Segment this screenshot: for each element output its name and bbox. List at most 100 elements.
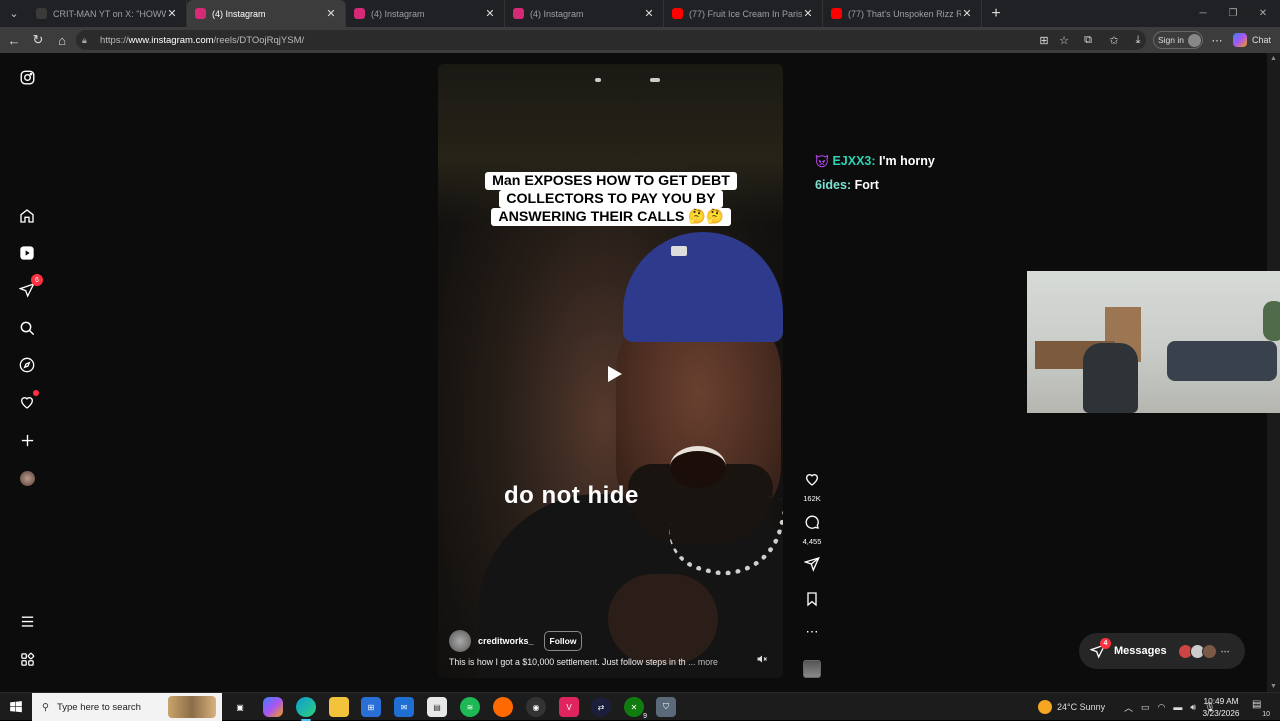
close-tab-icon[interactable]: ✕ — [643, 7, 655, 20]
extensions-icon[interactable]: ⧉ — [1077, 30, 1099, 50]
weather-text: 24°C Sunny — [1057, 702, 1106, 712]
clock-time: 10:49 AM — [1203, 696, 1239, 706]
browser-tab[interactable]: CRIT-MAN YT on X: "HOWWW de✕ — [28, 0, 187, 27]
browser-tab[interactable]: (77) Fruit Ice Cream In Paris #shorts✕ — [664, 0, 823, 27]
also-from-meta-icon[interactable] — [17, 649, 37, 669]
caption-more-link[interactable]: ... more — [688, 657, 718, 667]
create-plus-icon[interactable] — [17, 430, 37, 450]
webcam-overlay — [1027, 271, 1280, 413]
security-shield-icon[interactable]: ⛉ — [656, 697, 676, 717]
notification-center-icon[interactable]: ▤ 10 — [1252, 699, 1270, 718]
audio-muted-icon[interactable] — [756, 653, 770, 667]
profile-avatar-icon — [1188, 33, 1201, 47]
app-icon-red[interactable]: V — [559, 697, 579, 717]
messages-nav-icon[interactable]: 6 — [17, 274, 43, 300]
close-window-button[interactable]: ✕ — [1248, 0, 1278, 27]
comment-count: 4,455 — [802, 537, 822, 546]
home-nav-icon[interactable] — [17, 206, 37, 226]
more-menu-icon[interactable]: ⋯ — [1206, 30, 1228, 50]
video-subtitle: do not hide — [504, 482, 639, 509]
tray-overflow-icon[interactable]: ︿ — [1124, 701, 1133, 714]
edge-browser-icon[interactable] — [296, 697, 316, 721]
spotify-icon[interactable]: ≋ — [460, 697, 480, 717]
explore-compass-icon[interactable] — [17, 355, 37, 375]
address-bar[interactable]: 🔒︎ https://www.instagram.com/reels/DTOoj… — [76, 30, 1146, 50]
close-tab-icon[interactable]: ✕ — [166, 7, 178, 20]
minimize-button[interactable]: ─ — [1188, 0, 1218, 27]
notifications-heart-icon[interactable] — [17, 390, 39, 412]
comment-icon — [805, 515, 819, 529]
task-view-icon[interactable]: ▣ — [230, 697, 250, 717]
brave-browser-icon[interactable] — [493, 697, 513, 717]
display-icon[interactable]: ▬ — [1173, 702, 1182, 712]
youtube-icon — [831, 8, 842, 19]
reels-nav-icon[interactable] — [17, 243, 37, 263]
profile-avatar[interactable] — [17, 468, 37, 488]
weather-widget[interactable]: 24°C Sunny — [1038, 693, 1105, 721]
instagram-logo-icon[interactable] — [17, 67, 37, 87]
close-tab-icon[interactable]: ✕ — [325, 7, 337, 20]
microsoft-store-icon[interactable]: ⊞ — [361, 697, 381, 717]
close-tab-icon[interactable]: ✕ — [961, 7, 973, 20]
copilot-app-icon[interactable] — [263, 697, 283, 717]
like-button[interactable]: 162K — [800, 471, 824, 503]
wifi-icon[interactable]: ◠ — [1158, 702, 1166, 713]
chat-message: 6ides: Fort — [815, 178, 879, 192]
more-menu-hamburger-icon[interactable] — [17, 611, 37, 631]
back-button[interactable]: ← — [2, 28, 26, 52]
close-tab-icon[interactable]: ✕ — [802, 7, 814, 20]
caption-text: This is how I got a $10,000 settlement. … — [449, 657, 686, 667]
xbox-icon[interactable]: ✕ 9 — [624, 697, 647, 720]
favorites-icon[interactable]: ✩ — [1103, 30, 1125, 50]
author-username[interactable]: creditworks_ — [478, 636, 534, 646]
comment-button[interactable]: 4,455 — [800, 514, 824, 546]
sign-in-button[interactable]: Sign in — [1153, 31, 1203, 49]
file-explorer-icon[interactable] — [329, 697, 349, 717]
instagram-icon — [354, 8, 365, 19]
mail-icon[interactable]: ✉ — [394, 697, 414, 717]
save-button[interactable] — [800, 591, 824, 612]
video-headline-overlay: Man EXPOSES HOW TO GET DEBT COLLECTORS T… — [474, 172, 748, 226]
browser-tab[interactable]: (4) Instagram ✕ — [187, 0, 346, 27]
favorite-star-icon[interactable]: ☆ — [1053, 30, 1075, 50]
sun-icon — [1038, 700, 1052, 714]
maximize-button[interactable]: ❐ — [1218, 0, 1248, 27]
messages-label: Messages — [1114, 645, 1167, 657]
url-prefix: https:// — [100, 34, 129, 46]
search-icon[interactable] — [17, 318, 37, 338]
battery-icon[interactable]: ▭ — [1141, 702, 1150, 713]
audio-thumbnail[interactable] — [803, 660, 821, 678]
reel-video[interactable]: Man EXPOSES HOW TO GET DEBT COLLECTORS T… — [438, 64, 783, 678]
chat-text: Fort — [854, 178, 879, 192]
downloads-icon[interactable]: ⤓ — [1127, 30, 1149, 50]
start-button[interactable] — [0, 693, 32, 721]
messages-button[interactable]: 4 Messages ⋯ — [1079, 633, 1245, 669]
taskbar-clock[interactable]: 10:49 AM 3/23/2026 — [1196, 695, 1246, 719]
notepad-icon[interactable]: ▤ — [427, 697, 447, 717]
more-options-icon[interactable]: ⋯ — [800, 624, 824, 640]
obs-studio-icon[interactable]: ◉ — [526, 697, 546, 717]
vpn-app-icon[interactable]: ⇄ — [591, 697, 611, 717]
notification-badge: 6 — [31, 274, 43, 286]
share-button[interactable] — [800, 556, 824, 577]
browser-tab[interactable]: (4) Instagram ✕ — [505, 0, 664, 27]
app-available-icon[interactable]: ⊞ — [1033, 30, 1055, 50]
more-avatars-icon: ⋯ — [1220, 645, 1230, 656]
youtube-icon — [672, 8, 683, 19]
tab-actions-menu-button[interactable]: ⌄ — [0, 0, 28, 27]
browser-tab[interactable]: (77) That's Unspoken Rizz Right The✕ — [823, 0, 982, 27]
refresh-button[interactable]: ↻ — [26, 28, 50, 52]
browser-tab[interactable]: (4) Instagram ✕ — [346, 0, 505, 27]
taskbar-search[interactable]: ⚲ Type here to search — [32, 693, 222, 721]
browser-tab-bar: ⌄ CRIT-MAN YT on X: "HOWWW de✕(4) Instag… — [0, 0, 1280, 27]
new-tab-button[interactable]: + — [982, 5, 1010, 23]
follow-button[interactable]: Follow — [543, 631, 583, 651]
author-avatar[interactable] — [449, 630, 471, 652]
home-icon[interactable]: ⌂ — [50, 28, 74, 52]
play-icon[interactable] — [601, 362, 625, 386]
copilot-icon — [1233, 33, 1247, 47]
heart-icon — [805, 474, 819, 486]
message-avatars — [1177, 643, 1217, 659]
close-tab-icon[interactable]: ✕ — [484, 7, 496, 20]
copilot-chat-button[interactable]: Chat — [1233, 30, 1271, 50]
